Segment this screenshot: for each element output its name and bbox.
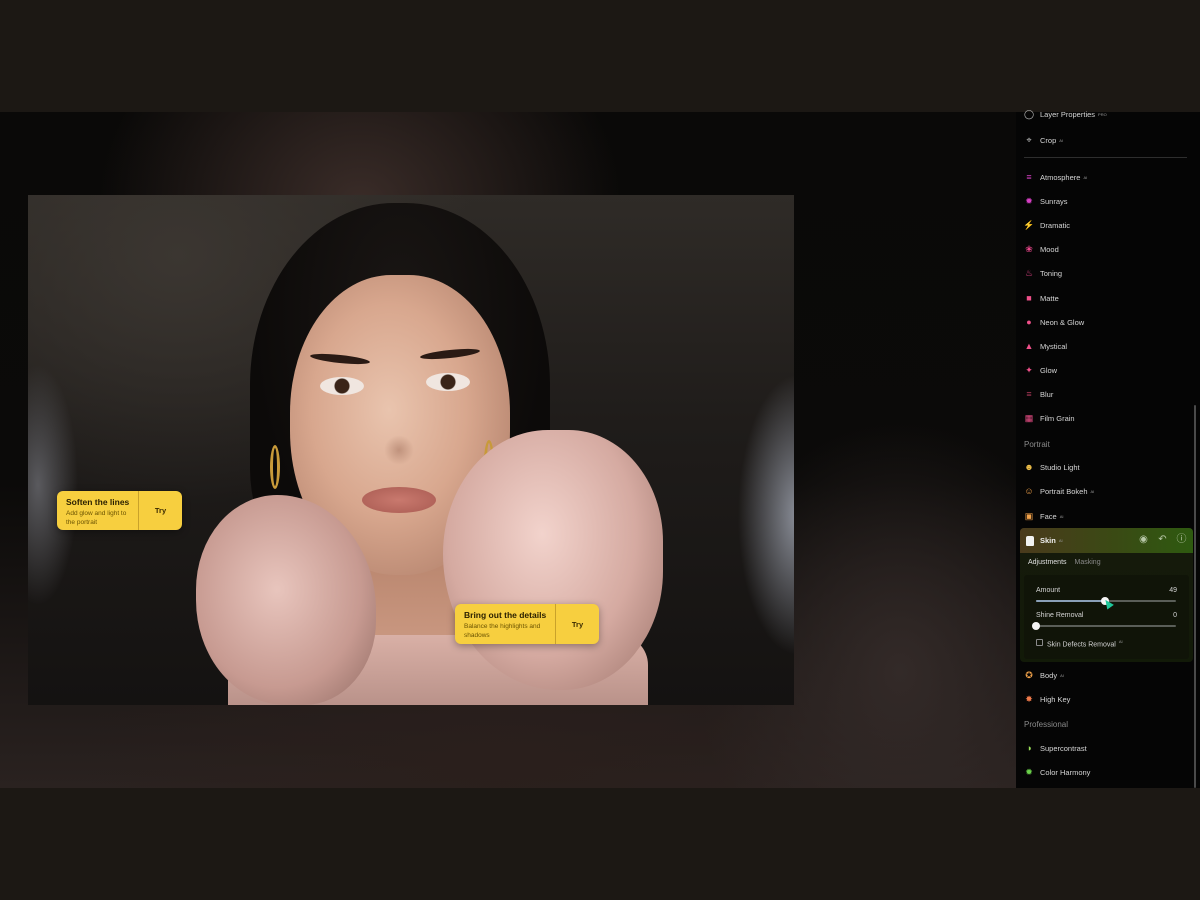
crop-icon: ⌖ bbox=[1026, 134, 1032, 145]
suggestion-title: Bring out the details bbox=[464, 610, 547, 620]
panel-scrollbar[interactable] bbox=[1194, 405, 1196, 788]
film-grain-icon: ▦ bbox=[1024, 412, 1034, 423]
dramatic-icon: ⚡ bbox=[1023, 219, 1035, 230]
reset-undo-icon[interactable]: ↶ bbox=[1157, 534, 1168, 545]
shine-removal-slider[interactable] bbox=[1032, 622, 1176, 630]
mood-icon: ❀ bbox=[1025, 243, 1033, 254]
tool-mood[interactable]: ❀ Mood bbox=[1024, 241, 1059, 257]
shine-removal-label: Shine Removal bbox=[1036, 612, 1084, 619]
blur-icon: ≡ bbox=[1026, 388, 1032, 399]
mystical-icon: ▲ bbox=[1024, 340, 1034, 351]
tab-masking[interactable]: Masking bbox=[1075, 559, 1101, 566]
photo-eye bbox=[426, 373, 470, 391]
tool-glow[interactable]: ✦ Glow bbox=[1024, 362, 1057, 378]
tool-sunrays[interactable]: ✹ Sunrays bbox=[1024, 193, 1067, 209]
layer-properties-icon: ◯ bbox=[1023, 108, 1035, 119]
high-key-icon: ✸ bbox=[1025, 693, 1033, 704]
skin-defects-label: Skin Defects Removal AI bbox=[1047, 639, 1123, 649]
tab-adjustments[interactable]: Adjustments bbox=[1028, 559, 1067, 566]
tool-layer-properties[interactable]: ◯ Layer Properties PRO bbox=[1024, 106, 1107, 122]
amount-value: 49 bbox=[1169, 587, 1177, 594]
tool-color-harmony[interactable]: ✹ Color Harmony bbox=[1024, 764, 1090, 780]
studio-light-icon: ☻ bbox=[1024, 461, 1034, 472]
photo[interactable] bbox=[28, 195, 794, 705]
portrait-bokeh-icon: ☺ bbox=[1024, 485, 1034, 496]
top-letterbox bbox=[0, 0, 1200, 112]
tool-high-key[interactable]: ✸ High Key bbox=[1024, 691, 1070, 707]
neon-glow-icon: ● bbox=[1026, 316, 1032, 327]
skin-tool-header[interactable]: Skin AI ◉ ↶ ⓘ bbox=[1020, 528, 1193, 553]
tool-crop[interactable]: ⌖ Crop AI bbox=[1024, 132, 1063, 148]
sunrays-icon: ✹ bbox=[1025, 195, 1033, 206]
tool-blur[interactable]: ≡ Blur bbox=[1024, 386, 1053, 402]
bottom-letterbox bbox=[0, 788, 1200, 900]
atmosphere-icon: ≡ bbox=[1026, 171, 1032, 182]
skin-icon bbox=[1026, 535, 1034, 546]
info-icon[interactable]: ⓘ bbox=[1176, 534, 1187, 545]
body-icon: ✪ bbox=[1025, 669, 1033, 680]
suggestion-title: Soften the lines bbox=[66, 497, 130, 507]
suggestion-soften-lines: Soften the lines Add glow and light to t… bbox=[57, 491, 182, 530]
suggestion-bring-out-details: Bring out the details Balance the highli… bbox=[455, 604, 599, 644]
divider bbox=[1024, 157, 1187, 158]
tool-portrait-bokeh[interactable]: ☺ Portrait Bokeh AI bbox=[1024, 483, 1094, 499]
supercontrast-icon: ◑ bbox=[1026, 742, 1032, 753]
skin-defects-checkbox[interactable] bbox=[1036, 639, 1043, 646]
toning-icon: ♨ bbox=[1024, 267, 1034, 278]
tool-dramatic[interactable]: ⚡ Dramatic bbox=[1023, 217, 1070, 233]
amount-label: Amount bbox=[1036, 587, 1061, 594]
tool-toning[interactable]: ♨ Toning bbox=[1024, 265, 1062, 281]
suggestion-description: Add glow and light to the portrait bbox=[66, 510, 127, 526]
try-button[interactable]: Try bbox=[556, 604, 599, 644]
matte-icon: ■ bbox=[1026, 292, 1032, 303]
canvas-area[interactable] bbox=[0, 112, 1016, 788]
tool-neon-glow[interactable]: ● Neon & Glow bbox=[1024, 314, 1084, 330]
tool-body[interactable]: ✪ Body AI bbox=[1024, 667, 1064, 683]
tool-studio-light[interactable]: ☻ Studio Light bbox=[1024, 459, 1079, 475]
photo-earring bbox=[270, 445, 280, 489]
photo-nose bbox=[384, 435, 414, 465]
suggestion-description: Balance the highlights and shadows bbox=[464, 623, 541, 639]
photo-eye bbox=[320, 377, 364, 395]
shine-removal-slider-handle[interactable] bbox=[1032, 622, 1040, 630]
tool-atmosphere[interactable]: ≡ Atmosphere AI bbox=[1024, 169, 1087, 185]
tool-supercontrast[interactable]: ◑ Supercontrast bbox=[1024, 740, 1086, 756]
visibility-eye-icon[interactable]: ◉ bbox=[1138, 534, 1149, 545]
amount-slider-fill bbox=[1036, 600, 1105, 602]
section-professional: Professional bbox=[1024, 720, 1069, 729]
try-button[interactable]: Try bbox=[139, 491, 182, 530]
glow-icon: ✦ bbox=[1025, 364, 1033, 375]
tool-film-grain[interactable]: ▦ Film Grain bbox=[1024, 410, 1075, 426]
face-icon: ▣ bbox=[1024, 510, 1034, 521]
skin-adjustments: Amount 49 Shine Removal 0 Skin Defects R… bbox=[1024, 575, 1189, 659]
tools-panel bbox=[1016, 112, 1200, 788]
tool-mystical[interactable]: ▲ Mystical bbox=[1024, 338, 1068, 354]
skin-tool-card: Skin AI ◉ ↶ ⓘ Adjustments Masking Amount … bbox=[1020, 528, 1193, 662]
color-harmony-icon: ✹ bbox=[1025, 766, 1033, 777]
section-portrait: Portrait bbox=[1024, 440, 1050, 449]
tool-face[interactable]: ▣ Face AI bbox=[1024, 508, 1064, 524]
photo-lips bbox=[362, 487, 436, 513]
skin-tabs: Adjustments Masking bbox=[1028, 559, 1101, 566]
shine-removal-value: 0 bbox=[1173, 612, 1177, 619]
tool-matte[interactable]: ■ Matte bbox=[1024, 290, 1058, 306]
